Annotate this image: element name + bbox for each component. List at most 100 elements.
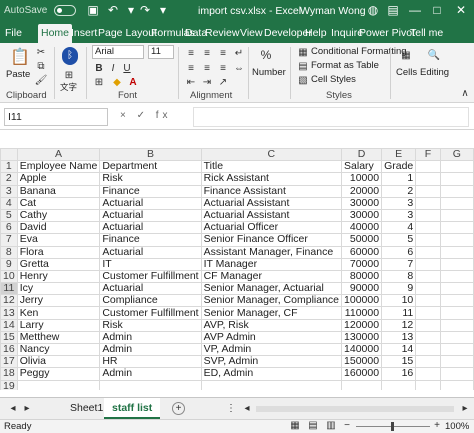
cell[interactable] <box>415 282 441 296</box>
select-all-corner[interactable] <box>0 148 18 162</box>
cell[interactable]: Admin <box>99 330 202 345</box>
column-header[interactable]: C <box>200 148 343 162</box>
cell[interactable] <box>415 379 441 390</box>
increase-indent-icon[interactable]: ⇥ <box>200 76 214 89</box>
cut-icon[interactable]: ✂ <box>34 46 48 59</box>
cell[interactable]: 120000 <box>341 318 383 332</box>
paste-button[interactable]: Paste <box>6 69 30 80</box>
cell[interactable]: IT Manager <box>200 257 343 271</box>
row-header[interactable]: 9 <box>0 257 18 271</box>
cell[interactable] <box>415 221 441 235</box>
cell[interactable] <box>439 221 474 235</box>
cell[interactable]: Cathy <box>16 208 101 223</box>
row-header[interactable]: 3 <box>0 184 18 198</box>
cell[interactable]: 6 <box>381 245 417 259</box>
cell[interactable] <box>439 257 474 271</box>
cell[interactable]: 11 <box>381 306 417 320</box>
name-box[interactable]: I11 <box>4 108 108 126</box>
cell[interactable] <box>381 379 417 390</box>
cell[interactable] <box>439 208 474 223</box>
cell[interactable] <box>439 294 474 308</box>
cell[interactable] <box>439 269 474 284</box>
cell[interactable] <box>415 208 441 223</box>
undo-icon[interactable]: ↶ <box>106 3 120 17</box>
row-header[interactable]: 7 <box>0 233 18 247</box>
cell[interactable]: 16 <box>381 367 417 381</box>
page-break-view-icon[interactable]: ▥ <box>324 420 338 432</box>
cell[interactable] <box>415 294 441 308</box>
autosave-toggle[interactable] <box>54 5 76 16</box>
scroll-right-icon[interactable]: ▸ <box>458 402 472 415</box>
cell[interactable] <box>439 245 474 259</box>
align-left-icon[interactable]: ≡ <box>184 62 198 75</box>
column-header[interactable]: B <box>99 148 202 162</box>
row-header[interactable]: 11 <box>0 282 18 296</box>
editing-icon[interactable]: 🔍 <box>426 49 442 62</box>
cell[interactable]: Risk <box>99 318 202 332</box>
cell[interactable]: Larry <box>16 318 101 332</box>
row-header[interactable]: 5 <box>0 208 18 223</box>
cell[interactable]: 14 <box>381 342 417 357</box>
cell[interactable]: Henry <box>16 269 101 284</box>
paste-icon[interactable]: 📋 <box>10 47 30 69</box>
cell[interactable]: Customer Fulfillment <box>99 306 202 320</box>
prev-sheet-icon[interactable]: ◂ <box>6 402 20 415</box>
cell[interactable] <box>341 379 383 390</box>
ribbon-display-icon[interactable]: ▤ <box>386 3 400 17</box>
column-header[interactable]: F <box>415 148 441 162</box>
cell[interactable]: 7 <box>381 257 417 271</box>
cell[interactable]: Actuarial <box>99 221 202 235</box>
add-sheet-icon[interactable]: + <box>172 402 185 415</box>
cell[interactable]: 160000 <box>341 367 383 381</box>
cell[interactable]: Jerry <box>16 294 101 308</box>
cell[interactable]: 50000 <box>341 233 383 247</box>
formula-input[interactable] <box>193 107 469 127</box>
row-header[interactable]: 1 <box>0 160 18 174</box>
cell[interactable]: Admin <box>99 367 202 381</box>
row-header[interactable]: 15 <box>0 330 18 345</box>
cell[interactable]: Actuarial Assistant <box>200 196 343 210</box>
cell[interactable]: Actuarial <box>99 208 202 223</box>
row-header[interactable]: 6 <box>0 221 18 235</box>
cell[interactable]: 10 <box>381 294 417 308</box>
horizontal-scrollbar[interactable] <box>256 406 454 412</box>
wrap-text-icon[interactable]: ↵ <box>232 47 246 60</box>
align-center-icon[interactable]: ≡ <box>200 62 214 75</box>
orientation-icon[interactable]: ↗ <box>216 76 230 89</box>
number-button[interactable]: Number <box>252 67 286 78</box>
cell[interactable] <box>439 318 474 332</box>
cell[interactable] <box>439 306 474 320</box>
cell[interactable]: Senior Finance Officer <box>200 233 343 247</box>
merge-center-icon[interactable]: ⇔ <box>232 62 246 75</box>
cell[interactable]: Senior Manager, CF <box>200 306 343 320</box>
row-header[interactable]: 17 <box>0 355 18 369</box>
cell[interactable] <box>415 342 441 357</box>
cell[interactable]: ED, Admin <box>200 367 343 381</box>
cell[interactable]: 3 <box>381 208 417 223</box>
cell[interactable]: 3 <box>381 196 417 210</box>
font-name-box[interactable]: Arial <box>92 45 144 59</box>
tab-tell-me[interactable]: Tell me <box>407 24 446 43</box>
cell[interactable] <box>439 160 474 174</box>
cell[interactable]: 30000 <box>341 208 383 223</box>
cell[interactable]: SVP, Admin <box>200 355 343 369</box>
cell[interactable]: 9 <box>381 282 417 296</box>
undo-dropdown-icon[interactable]: ▾ <box>124 3 138 17</box>
cell[interactable] <box>439 233 474 247</box>
cell[interactable]: Admin <box>99 342 202 357</box>
cell[interactable]: 8 <box>381 269 417 284</box>
cell[interactable]: Actuarial Officer <box>200 221 343 235</box>
cell[interactable]: HR <box>99 355 202 369</box>
page-layout-view-icon[interactable]: ▤ <box>306 420 320 432</box>
cell[interactable] <box>415 330 441 345</box>
cell[interactable]: 140000 <box>341 342 383 357</box>
cell[interactable]: Flora <box>16 245 101 259</box>
cell[interactable] <box>415 257 441 271</box>
cell[interactable]: David <box>16 221 101 235</box>
editing-button[interactable]: Editing <box>420 67 449 78</box>
zoom-in-icon[interactable]: + <box>430 420 444 432</box>
cell[interactable] <box>200 379 343 390</box>
zoom-level[interactable]: 100% <box>445 421 469 432</box>
font-color-icon[interactable]: A <box>126 76 140 89</box>
cell[interactable]: CF Manager <box>200 269 343 284</box>
